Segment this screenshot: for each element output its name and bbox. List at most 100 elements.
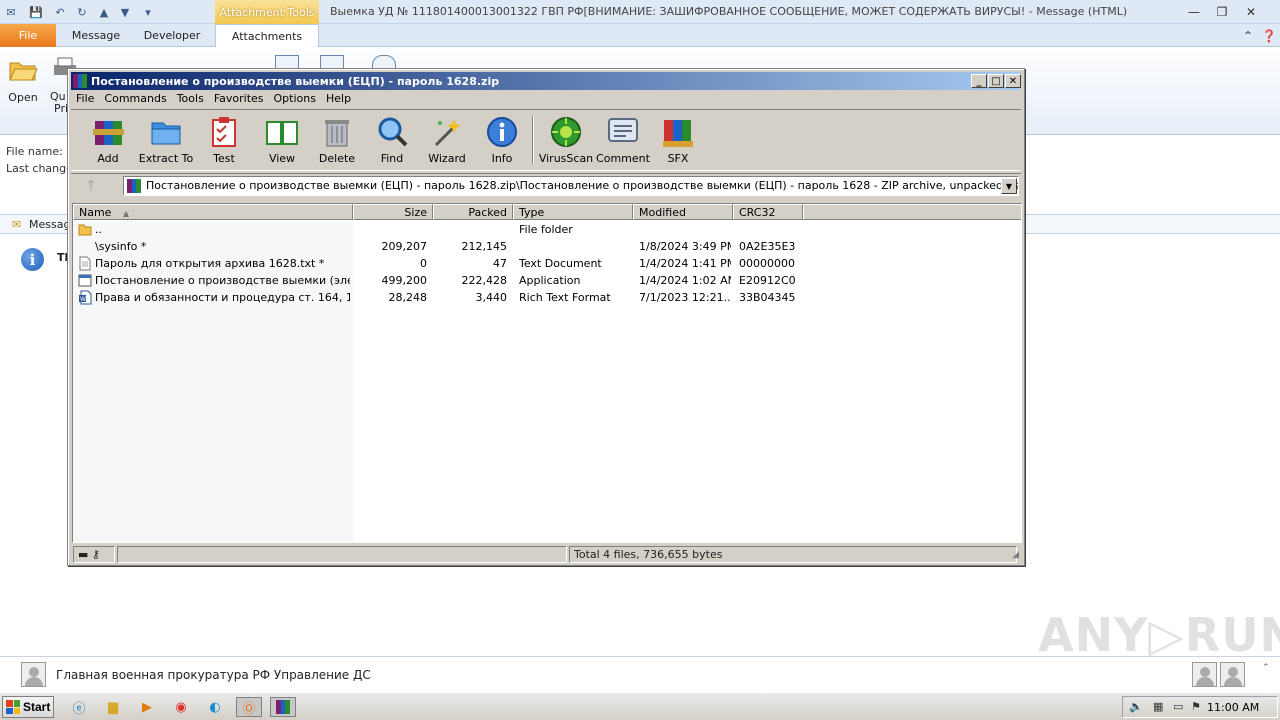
column-header-type[interactable]: Type — [513, 204, 633, 220]
help-icon[interactable]: ❓ — [1259, 27, 1279, 44]
start-button[interactable]: Start — [2, 696, 54, 718]
up-arrow-icon[interactable]: ▲ — [96, 4, 112, 20]
sort-ascending-icon: ▲ — [122, 209, 130, 218]
status-selection-panel — [117, 546, 567, 563]
contact-avatar-1[interactable] — [1192, 662, 1217, 687]
file-packed: 47 — [493, 257, 507, 270]
winrar-taskbar-icon[interactable] — [270, 697, 296, 717]
column-header-size[interactable]: Size — [353, 204, 433, 220]
address-bar: 🡑 Постановление о производстве выемки (Е… — [71, 173, 1021, 197]
file-row-application[interactable]: Постановление о производстве выемки (эле… — [73, 272, 1021, 289]
save-icon[interactable]: 💾 — [28, 4, 44, 20]
close-button[interactable]: ✕ — [1241, 3, 1261, 20]
word-doc-icon: W — [79, 290, 92, 305]
file-row-rtf[interactable]: W Права и обязанности и процедура ст. 16… — [73, 289, 1021, 306]
open-attachment-button[interactable]: Open — [8, 55, 38, 104]
winrar-minimize-button[interactable]: _ — [971, 74, 987, 88]
chrome-icon[interactable]: ◉ — [170, 697, 192, 717]
up-one-level-icon[interactable]: 🡑 — [78, 178, 104, 196]
maximize-button[interactable]: ❐ — [1212, 3, 1232, 20]
taskbar: Start ⓔ ▆ ▶ ◉ ◐ Ⓞ 🔈 ▦ ▭ ⚑ 11:00 AM — [0, 692, 1280, 720]
file-crc: 0A2E35E3 — [739, 240, 796, 253]
file-packed: 222,428 — [461, 274, 508, 287]
outlook-taskbar-icon[interactable]: Ⓞ — [236, 697, 262, 717]
test-button[interactable]: Test — [195, 115, 253, 165]
open-label: Open — [8, 91, 38, 104]
down-arrow-icon[interactable]: ▼ — [117, 4, 133, 20]
winrar-title-bar[interactable]: Постановление о производстве выемки (ЕЦП… — [71, 72, 1021, 90]
edge-icon[interactable]: ◐ — [204, 697, 226, 717]
add-label: Add — [97, 152, 119, 165]
column-header-name[interactable]: Name ▲ — [73, 204, 353, 220]
file-modified: 1/4/2024 1:02 AM — [639, 274, 731, 287]
contact-avatar-2[interactable] — [1220, 662, 1245, 687]
column-header-crc32[interactable]: CRC32 — [733, 204, 803, 220]
address-path-field[interactable]: Постановление о производстве выемки (ЕЦП… — [123, 176, 1019, 196]
tab-file[interactable]: File — [0, 24, 56, 47]
column-header-modified[interactable]: Modified — [633, 204, 733, 220]
extract-to-button[interactable]: Extract To — [137, 115, 195, 165]
winrar-menu-bar: File Commands Tools Favorites Options He… — [71, 90, 356, 108]
menu-options[interactable]: Options — [269, 90, 321, 108]
clock[interactable]: 11:00 AM — [1207, 701, 1259, 714]
copy-icon — [320, 55, 344, 69]
virusscan-label: VirusScan — [538, 152, 594, 165]
undo-icon[interactable]: ↶ — [52, 4, 68, 20]
winrar-close-button[interactable]: ✕ — [1005, 74, 1021, 88]
address-dropdown-icon[interactable]: ▼ — [1001, 178, 1017, 194]
file-row-password-txt[interactable]: Пароль для открытия архива 1628.txt * 0 … — [73, 255, 1021, 272]
column-header-packed[interactable]: Packed — [433, 204, 513, 220]
info-button[interactable]: Info — [473, 115, 531, 165]
network-icon[interactable]: ▦ — [1153, 700, 1163, 713]
file-list: Name ▲ Size Packed Type Modified CRC32 .… — [72, 203, 1022, 543]
winrar-maximize-button[interactable]: □ — [988, 74, 1004, 88]
delete-button[interactable]: Delete — [308, 115, 366, 165]
file-size: 28,248 — [388, 291, 428, 304]
file-name: \sysinfo * — [95, 240, 147, 253]
virusscan-button[interactable]: VirusScan — [537, 115, 595, 165]
tab-attachments[interactable]: Attachments — [215, 24, 319, 48]
file-name-label: File name: — [6, 145, 63, 158]
file-size: 209,207 — [381, 240, 428, 253]
comment-button[interactable]: Comment — [594, 115, 652, 165]
window-title: Выемка УД № 111801400013001322 ГВП РФ[ВН… — [330, 5, 1128, 18]
sfx-button[interactable]: SFX — [649, 115, 707, 165]
menu-tools[interactable]: Tools — [172, 90, 209, 108]
file-row-sysinfo[interactable]: \sysinfo * 209,207 212,145 1/8/2024 3:49… — [73, 238, 1021, 255]
volume-icon[interactable]: 🔈 — [1129, 700, 1143, 713]
tab-message[interactable]: Message — [62, 24, 130, 47]
tab-developer[interactable]: Developer — [136, 24, 208, 47]
resize-grip-icon[interactable]: ◢ — [1012, 550, 1019, 560]
extract-folder-icon — [151, 122, 181, 145]
media-player-icon[interactable]: ▶ — [136, 697, 158, 717]
system-tray: 🔈 ▦ ▭ ⚑ 11:00 AM — [1122, 696, 1278, 718]
sender-avatar[interactable] — [21, 662, 46, 687]
minimize-button[interactable]: — — [1184, 3, 1204, 20]
menu-favorites[interactable]: Favorites — [209, 90, 269, 108]
file-name: .. — [95, 223, 102, 236]
status-drive-panel[interactable]: ▬ ⚷ — [73, 546, 115, 563]
collapse-ribbon-icon[interactable]: ⌃ — [1238, 27, 1258, 44]
flag-icon[interactable]: ⚑ — [1191, 700, 1201, 713]
view-button[interactable]: View — [253, 115, 311, 165]
find-button[interactable]: Find — [363, 115, 421, 165]
file-row-parent[interactable]: .. File folder — [73, 221, 1021, 238]
file-name: Права и обязанности и процедура ст. 164,… — [95, 291, 350, 304]
key-icon: ⚷ — [91, 548, 100, 561]
add-button[interactable]: Add — [79, 115, 137, 165]
menu-help[interactable]: Help — [321, 90, 356, 108]
view-book-icon — [266, 121, 298, 145]
internet-explorer-icon[interactable]: ⓔ — [68, 697, 90, 717]
drive-icon: ▬ — [78, 548, 89, 561]
menu-commands[interactable]: Commands — [99, 90, 171, 108]
menu-file[interactable]: File — [71, 90, 99, 108]
wizard-button[interactable]: Wizard — [418, 115, 476, 165]
battery-icon[interactable]: ▭ — [1173, 700, 1183, 713]
expand-people-pane-icon[interactable]: ⌃ — [1262, 663, 1270, 673]
customize-toolbar-icon[interactable]: ▾ — [140, 4, 156, 20]
redo-icon[interactable]: ↻ — [74, 4, 90, 20]
file-explorer-icon[interactable]: ▆ — [102, 697, 124, 717]
winrar-app-icon — [73, 74, 87, 88]
sender-name[interactable]: Главная военная прокуратура РФ Управлени… — [56, 668, 371, 682]
info-label: Info — [491, 152, 513, 165]
